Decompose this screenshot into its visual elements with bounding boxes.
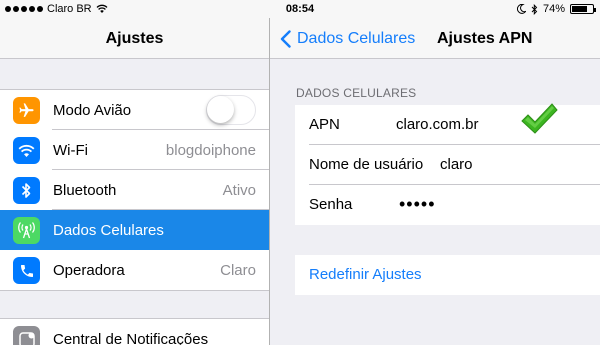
reset-settings-button[interactable]: Redefinir Ajustes: [309, 266, 422, 283]
apn-field-row[interactable]: APN claro.com.br: [295, 103, 600, 145]
apn-label: APN: [309, 116, 340, 133]
username-label: Nome de usuário: [309, 156, 424, 173]
back-button[interactable]: Dados Celulares: [280, 18, 415, 59]
status-bar: Claro BR 08:54 74%: [0, 0, 600, 18]
apn-fields-card: APN claro.com.br Nome de usuário claro S…: [295, 103, 600, 225]
battery-level-fill: [572, 6, 587, 12]
reset-card: Redefinir Ajustes: [295, 255, 600, 295]
apn-input[interactable]: claro.com.br: [396, 116, 479, 133]
airplane-icon: [13, 97, 40, 124]
bluetooth-icon: [13, 177, 40, 204]
settings-nav-bar: Ajustes: [0, 18, 269, 59]
settings-item-label: Bluetooth: [53, 181, 117, 199]
settings-item-bluetooth[interactable]: Bluetooth Ativo: [0, 170, 269, 210]
checkmark-icon: [521, 103, 558, 134]
password-input[interactable]: •••••: [399, 194, 436, 215]
battery-icon: [570, 4, 596, 14]
settings-title: Ajustes: [105, 30, 164, 47]
apn-detail-pane: Dados Celulares Ajustes APN DADOS CELULA…: [270, 18, 600, 345]
settings-item-label: Operadora: [53, 261, 125, 279]
battery-percent: 74%: [542, 3, 565, 15]
wifi-network-value: blogdoiphone: [165, 141, 256, 159]
section-header: DADOS CELULARES: [296, 86, 417, 100]
settings-item-airplane-mode[interactable]: Modo Avião: [0, 90, 269, 130]
settings-item-label: Modo Avião: [53, 101, 132, 119]
settings-group-notifications: Central de Notificações: [0, 318, 269, 345]
status-right: 74%: [516, 3, 596, 15]
settings-item-label: Dados Celulares: [53, 221, 164, 239]
settings-item-label: Central de Notificações: [53, 330, 209, 345]
back-button-label: Dados Celulares: [297, 29, 416, 47]
status-time: 08:54: [285, 3, 315, 15]
toggle-knob: [207, 96, 234, 123]
username-field-row[interactable]: Nome de usuário claro: [295, 145, 600, 185]
airplane-mode-toggle[interactable]: [206, 95, 256, 125]
apn-nav-bar: Dados Celulares Ajustes APN: [270, 18, 600, 59]
settings-item-carrier[interactable]: Operadora Claro: [0, 250, 269, 290]
phone-icon: [13, 257, 40, 284]
chevron-left-icon: [280, 29, 291, 48]
username-input[interactable]: claro: [440, 156, 473, 173]
password-field-row[interactable]: Senha •••••: [295, 185, 600, 225]
notifications-icon: [13, 326, 40, 345]
settings-group-connectivity: Modo Avião Wi-Fi blogdoiphone Bluetooth …: [0, 89, 269, 291]
password-label: Senha: [309, 196, 353, 213]
bluetooth-status-value: Ativo: [222, 181, 256, 199]
wifi-icon: [13, 137, 40, 164]
antenna-icon: [13, 217, 40, 244]
moon-icon: [516, 4, 526, 14]
settings-item-cellular-data[interactable]: Dados Celulares: [0, 210, 269, 250]
settings-master-pane: Ajustes Modo Avião Wi-Fi blogdoiphone Bl…: [0, 18, 269, 345]
apn-title: Ajustes APN: [437, 30, 533, 47]
settings-item-wifi[interactable]: Wi-Fi blogdoiphone: [0, 130, 269, 170]
settings-item-notification-center[interactable]: Central de Notificações: [0, 319, 269, 345]
settings-item-label: Wi-Fi: [53, 141, 88, 159]
bluetooth-icon: [531, 3, 538, 15]
carrier-value: Claro: [220, 261, 256, 279]
